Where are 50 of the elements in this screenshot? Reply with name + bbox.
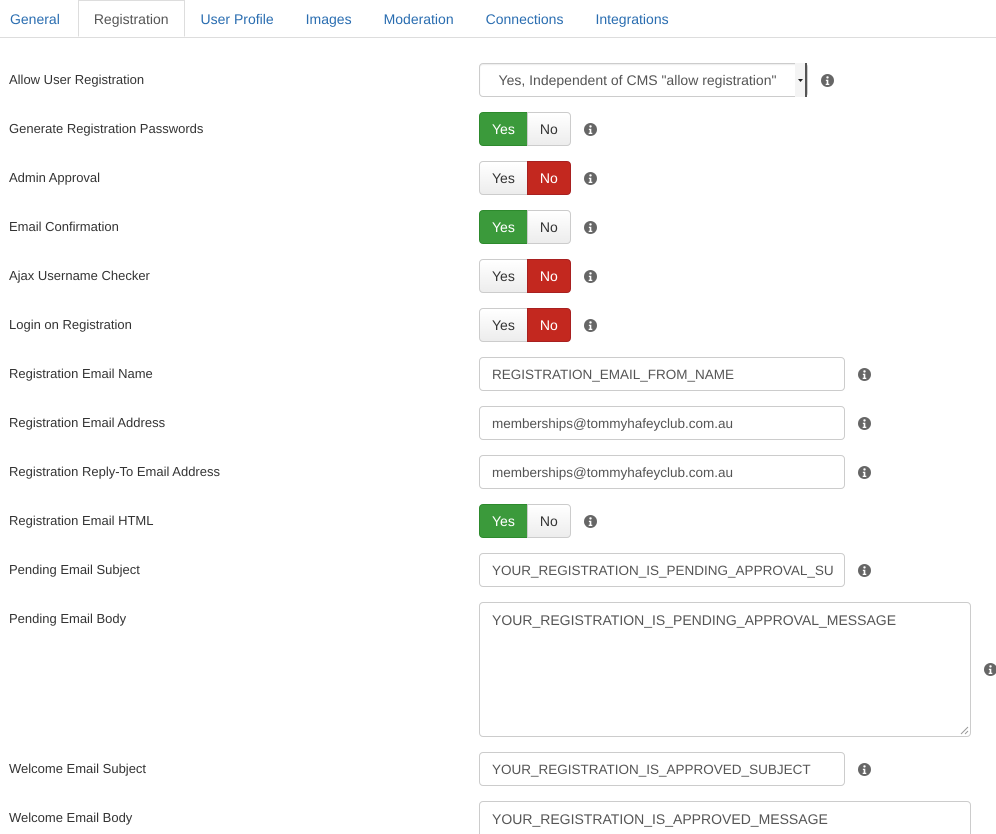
resize-grip-icon[interactable] xyxy=(959,725,969,735)
info-icon[interactable] xyxy=(858,466,871,478)
text-field[interactable]: memberships@tommyhafeyclub.com.au xyxy=(479,455,845,489)
field-label: Email Confirmation xyxy=(9,218,120,236)
field-label: Generate Registration Passwords xyxy=(9,120,204,138)
info-icon[interactable] xyxy=(858,762,871,776)
field-label: Registration Email HTML xyxy=(9,512,154,530)
field-label: Allow User Registration xyxy=(9,71,146,89)
caret-icon xyxy=(795,63,807,97)
info-icon[interactable] xyxy=(584,172,597,184)
info-icon[interactable] xyxy=(858,416,871,430)
toggle-button[interactable]: No xyxy=(526,161,571,195)
field-label: Login on Registration xyxy=(9,316,133,334)
tab[interactable]: Registration xyxy=(78,0,185,37)
info-icon[interactable] xyxy=(821,74,834,86)
field-label: Pending Email Body xyxy=(9,610,128,628)
toggle-button[interactable]: Yes xyxy=(479,210,528,244)
field-label: Ajax Username Checker xyxy=(9,267,151,285)
toggle-button[interactable]: No xyxy=(526,210,571,244)
text-field[interactable]: YOUR_REGISTRATION_IS_PENDING_APPROVAL_SU xyxy=(479,553,845,587)
toggle-button[interactable]: No xyxy=(526,259,571,293)
toggle-button[interactable]: No xyxy=(526,504,571,538)
toggle-button[interactable]: Yes xyxy=(479,504,528,538)
info-icon[interactable] xyxy=(584,514,597,528)
toggle-button[interactable]: Yes xyxy=(479,112,528,146)
field-label: Pending Email Subject xyxy=(9,561,141,579)
field-label: Registration Email Name xyxy=(9,365,154,383)
toggle-button[interactable]: Yes xyxy=(479,161,528,195)
toggle-button[interactable]: No xyxy=(526,308,571,342)
info-icon[interactable] xyxy=(858,368,871,380)
field-label: Welcome Email Subject xyxy=(9,760,148,778)
info-icon[interactable] xyxy=(584,220,597,234)
field-label: Registration Reply-To Email Address xyxy=(9,463,221,481)
text-field[interactable]: memberships@tommyhafeyclub.com.au xyxy=(479,406,845,440)
info-icon[interactable] xyxy=(984,663,996,676)
info-icon[interactable] xyxy=(858,564,871,576)
text-field[interactable]: YOUR_REGISTRATION_IS_APPROVED_SUBJECT xyxy=(479,752,845,786)
toggle-button[interactable]: No xyxy=(526,112,571,146)
info-icon[interactable] xyxy=(584,318,597,332)
toggle-button[interactable]: Yes xyxy=(479,259,528,293)
field-label: Registration Email Address xyxy=(9,414,166,432)
text-area[interactable]: YOUR_REGISTRATION_IS_APPROVED_MESSAGE xyxy=(479,801,971,834)
toggle-button[interactable]: Yes xyxy=(479,308,528,342)
info-icon[interactable] xyxy=(584,270,597,282)
text-area[interactable]: YOUR_REGISTRATION_IS_PENDING_APPROVAL_MESSAGE xyxy=(479,602,971,737)
field-label: Admin Approval xyxy=(9,169,102,187)
text-field[interactable]: REGISTRATION_EMAIL_FROM_NAME xyxy=(479,357,845,391)
info-icon[interactable] xyxy=(584,122,597,136)
select-dropdown[interactable]: Yes, Independent of CMS "allow registration" xyxy=(479,63,808,97)
field-label: Welcome Email Body xyxy=(9,809,134,827)
